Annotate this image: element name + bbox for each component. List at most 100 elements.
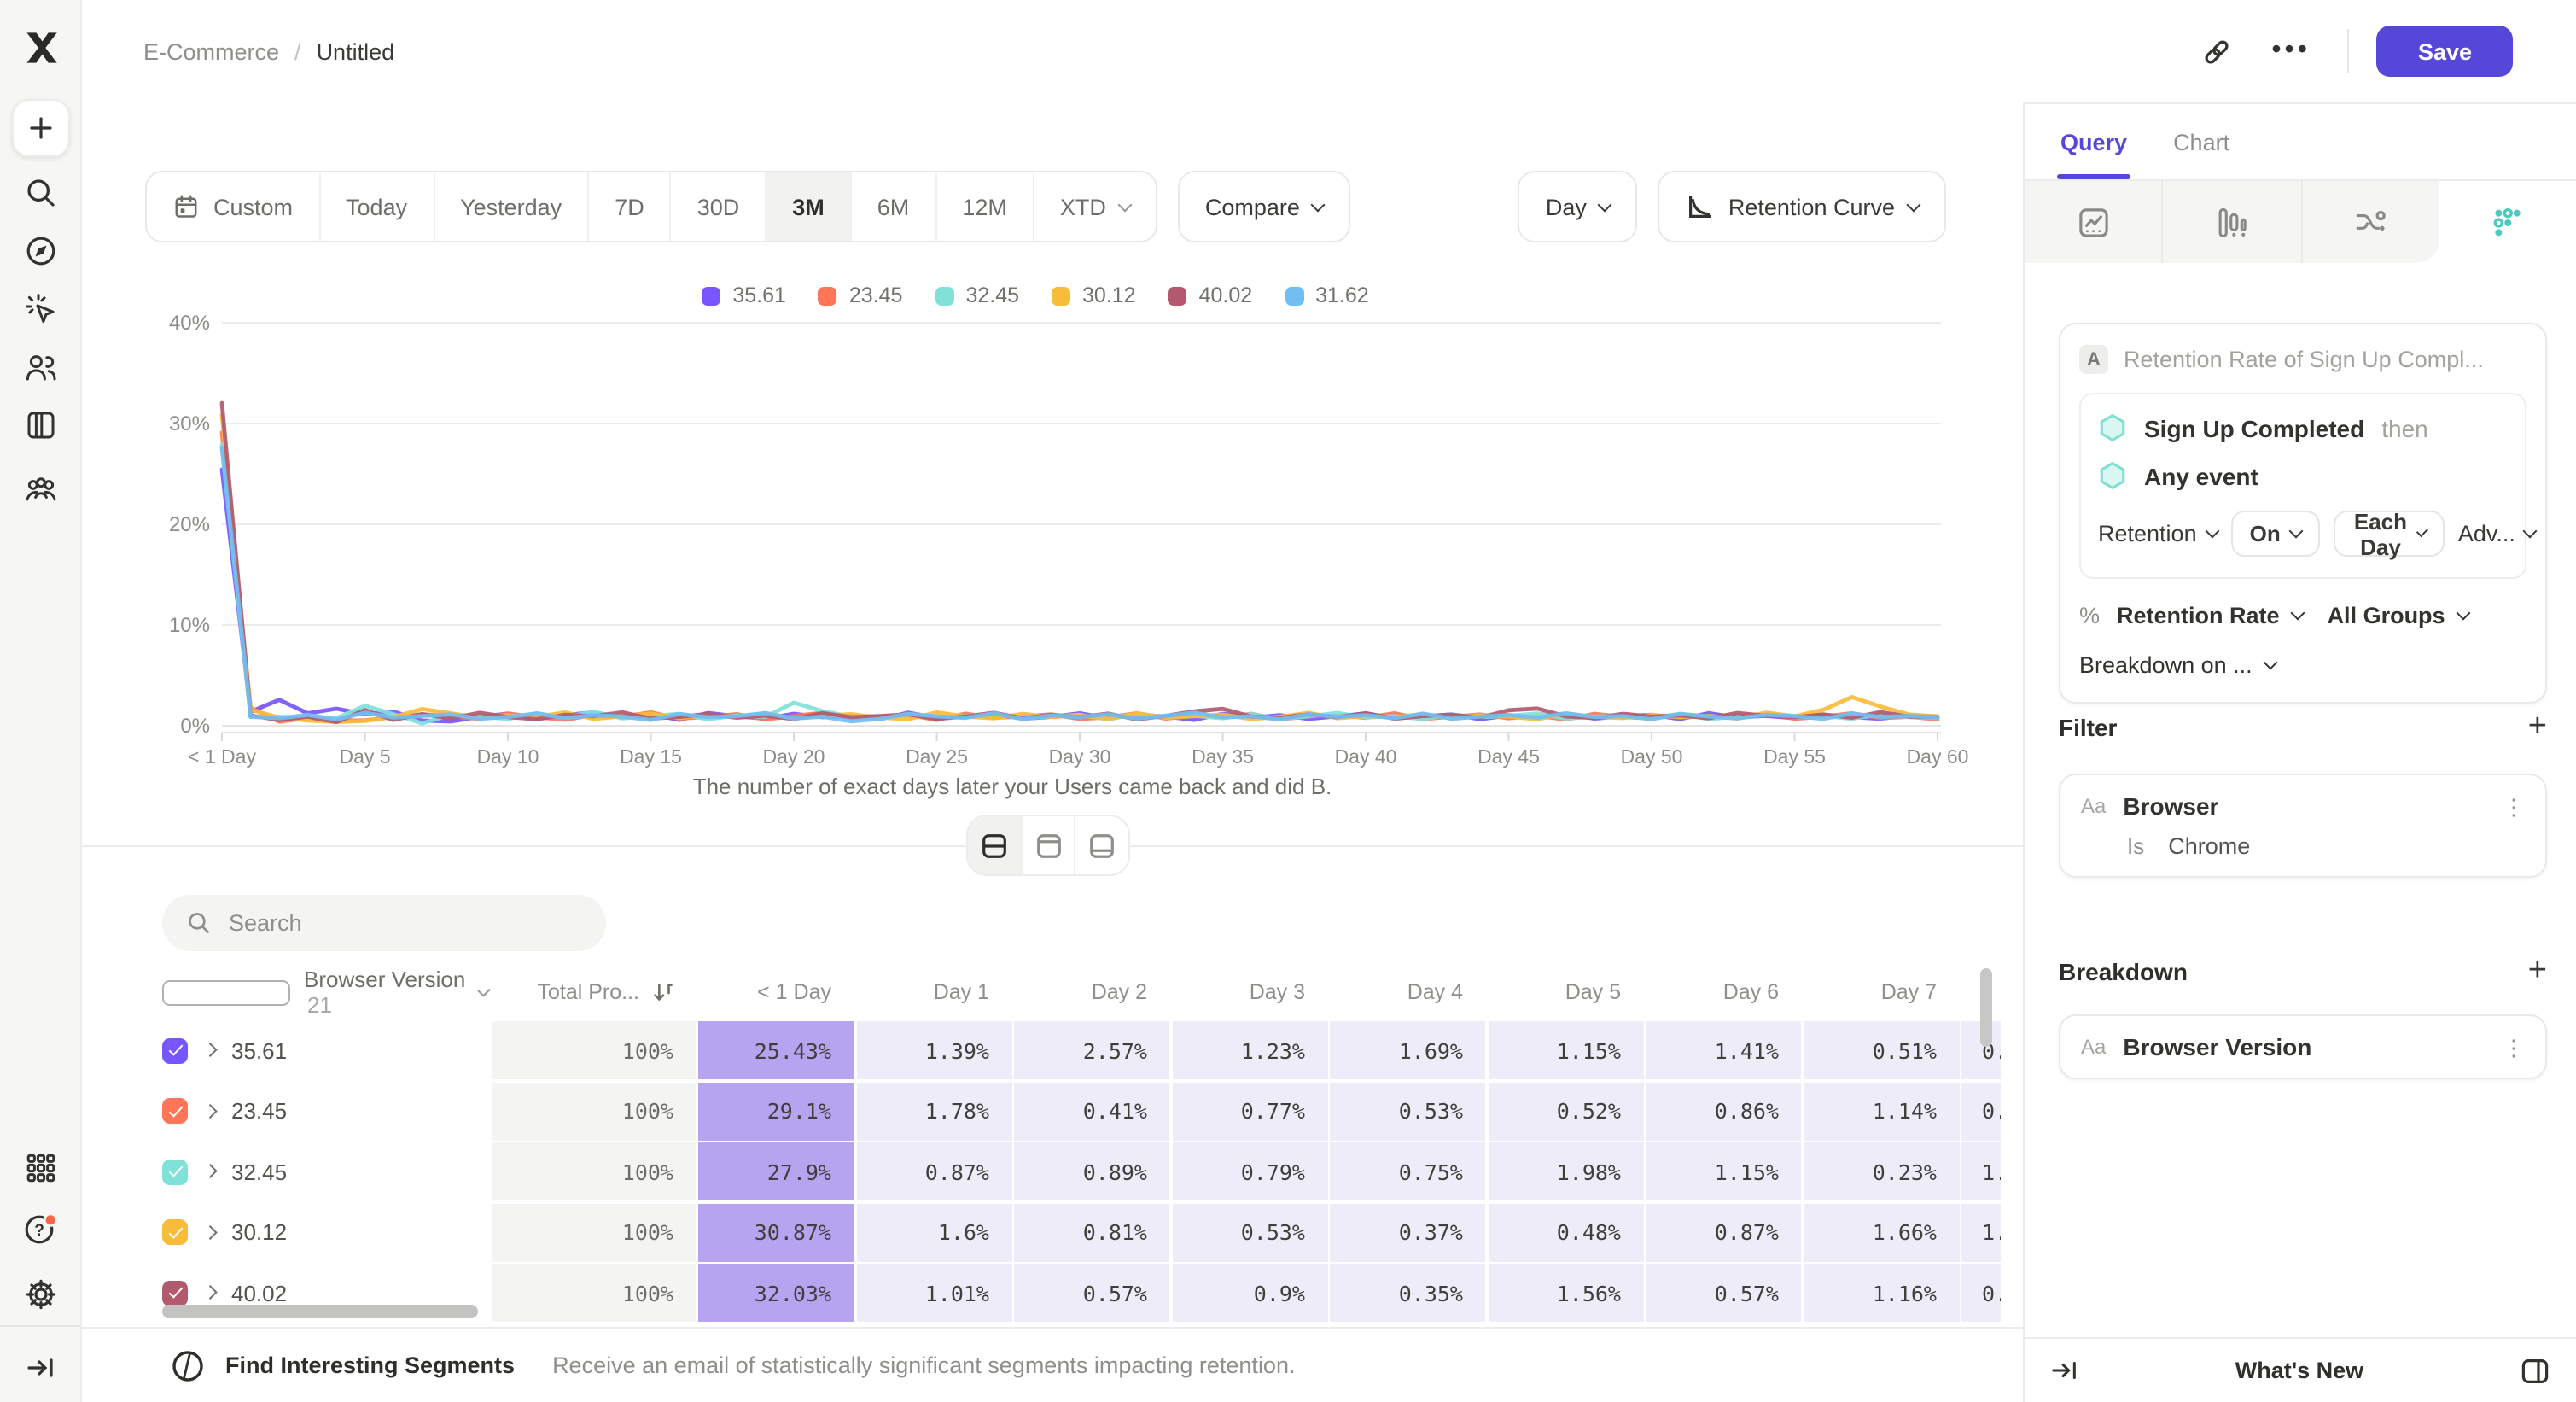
- retention-cell[interactable]: 0.57%: [1014, 1264, 1169, 1322]
- retention-cell[interactable]: 1.56%: [1488, 1264, 1643, 1322]
- retention-cell[interactable]: 0.23%: [1804, 1142, 1959, 1200]
- retention-cell[interactable]: 0.37%: [1330, 1203, 1485, 1261]
- granularity-button[interactable]: Day: [1518, 171, 1638, 242]
- retention-cell[interactable]: 0.57%: [1646, 1264, 1801, 1322]
- retention-cell[interactable]: 0.75%: [1330, 1142, 1485, 1200]
- retention-cell[interactable]: 0.87%: [856, 1142, 1011, 1200]
- retention-cell[interactable]: 0.87%: [1646, 1203, 1801, 1261]
- column-header-day-5[interactable]: Day 5: [1488, 968, 1643, 1016]
- legend-item-30.12[interactable]: 30.12: [1052, 283, 1136, 307]
- add-filter-button[interactable]: +: [2528, 716, 2547, 739]
- range-6m[interactable]: 6M: [850, 172, 935, 241]
- row-checkbox[interactable]: [162, 1219, 188, 1245]
- column-header-day-6[interactable]: Day 6: [1646, 968, 1801, 1016]
- range-xtd[interactable]: XTD: [1033, 172, 1156, 241]
- measure-dropdown[interactable]: Retention Rate: [2117, 603, 2280, 628]
- range-today[interactable]: Today: [318, 172, 433, 241]
- retention-cell[interactable]: 0.52%: [1488, 1082, 1643, 1140]
- breakdown-on-dropdown[interactable]: Breakdown on ...: [2079, 652, 2253, 678]
- column-header-total[interactable]: Total Pro...: [491, 968, 696, 1016]
- expand-row-icon[interactable]: [203, 1043, 217, 1057]
- tab-query[interactable]: Query: [2060, 104, 2127, 179]
- breakdown-property[interactable]: Browser Version: [2123, 1033, 2486, 1060]
- range-30d[interactable]: 30D: [670, 172, 766, 241]
- retention-cell[interactable]: 25.43%: [698, 1021, 854, 1079]
- row-checkbox[interactable]: [162, 1280, 188, 1306]
- compare-button[interactable]: Compare: [1178, 171, 1351, 242]
- funnels-tab-icon[interactable]: [2164, 181, 2303, 263]
- groups-dropdown[interactable]: All Groups: [2328, 603, 2445, 628]
- save-button[interactable]: Save: [2377, 26, 2513, 77]
- on-dropdown[interactable]: On: [2231, 511, 2320, 557]
- breadcrumb-project[interactable]: E-Commerce: [143, 38, 279, 64]
- table-search[interactable]: [162, 895, 606, 951]
- retention-cell[interactable]: 27.9%: [698, 1142, 854, 1200]
- event-b-name[interactable]: Any event: [2144, 462, 2258, 489]
- retention-cell[interactable]: 1.01%: [856, 1264, 1011, 1322]
- legend-item-31.62[interactable]: 31.62: [1285, 283, 1369, 307]
- retention-cell[interactable]: 29.1%: [698, 1082, 854, 1140]
- range-12m[interactable]: 12M: [935, 172, 1033, 241]
- more-options-icon[interactable]: •••: [2271, 43, 2311, 60]
- whats-new-link[interactable]: What's New: [2079, 1358, 2520, 1383]
- retention-cell[interactable]: 1.16%: [1804, 1264, 1959, 1322]
- collapse-panel-icon[interactable]: [2050, 1356, 2079, 1385]
- collapse-sidebar-icon[interactable]: [25, 1352, 55, 1383]
- sort-icon[interactable]: [651, 980, 673, 1004]
- retention-cell[interactable]: 0.48%: [1488, 1203, 1643, 1261]
- filter-property[interactable]: Browser: [2123, 792, 2486, 820]
- legend-item-23.45[interactable]: 23.45: [819, 283, 903, 307]
- range-yesterday[interactable]: Yesterday: [433, 172, 587, 241]
- cohorts-icon[interactable]: [23, 471, 57, 505]
- add-breakdown-button[interactable]: +: [2528, 960, 2547, 984]
- column-header-day-1[interactable]: Day 1: [856, 968, 1011, 1016]
- expand-row-icon[interactable]: [203, 1286, 217, 1300]
- mixpanel-logo-icon[interactable]: [21, 29, 59, 67]
- legend-item-35.61[interactable]: 35.61: [702, 283, 786, 307]
- select-all-checkbox[interactable]: [162, 979, 290, 1005]
- row-checkbox[interactable]: [162, 1037, 188, 1063]
- event-a-name[interactable]: Sign Up Completed: [2144, 414, 2364, 441]
- retention-cell[interactable]: 1.69%: [1330, 1021, 1485, 1079]
- legend-item-40.02[interactable]: 40.02: [1169, 283, 1253, 307]
- boards-icon[interactable]: [23, 408, 57, 442]
- range-custom[interactable]: Custom: [147, 172, 318, 241]
- column-header-day-3[interactable]: Day 3: [1172, 968, 1327, 1016]
- column-header-day-7[interactable]: Day 7: [1804, 968, 1959, 1016]
- expand-row-icon[interactable]: [203, 1165, 217, 1178]
- retention-cell[interactable]: 1.24%: [1961, 1203, 2001, 1261]
- range-7d[interactable]: 7D: [587, 172, 670, 241]
- column-header-group[interactable]: Browser Version 21: [145, 968, 488, 1016]
- insights-tab-icon[interactable]: [2025, 181, 2164, 263]
- column-header-day-2[interactable]: Day 2: [1014, 968, 1169, 1016]
- retention-cell[interactable]: 1.41%: [1646, 1021, 1801, 1079]
- chart-view-button[interactable]: Retention Curve: [1658, 171, 1946, 242]
- events-cursor-icon[interactable]: [23, 292, 57, 326]
- retention-cell[interactable]: 2.57%: [1014, 1021, 1169, 1079]
- retention-cell[interactable]: 30.87%: [698, 1203, 854, 1261]
- breakdown-kebab-icon[interactable]: ⋮: [2503, 1036, 2525, 1058]
- retention-cell[interactable]: 1.6%: [856, 1203, 1011, 1261]
- retention-cell[interactable]: 0.81%: [1014, 1203, 1169, 1261]
- row-checkbox[interactable]: [162, 1098, 188, 1124]
- retention-cell[interactable]: 0.89%: [1014, 1142, 1169, 1200]
- retention-cell[interactable]: 0.79%: [1172, 1142, 1327, 1200]
- find-segments-link[interactable]: Find Interesting Segments: [225, 1352, 515, 1378]
- range-3m[interactable]: 3M: [765, 172, 850, 241]
- create-button[interactable]: [11, 99, 69, 157]
- retention-cell[interactable]: 0.73%: [1961, 1264, 2001, 1322]
- column-header--1-day[interactable]: < 1 Day: [698, 968, 854, 1016]
- retention-cell[interactable]: 32.03%: [698, 1264, 854, 1322]
- filter-value[interactable]: Chrome: [2168, 833, 2250, 859]
- retention-cell[interactable]: 1.66%: [1804, 1203, 1959, 1261]
- retention-cell[interactable]: 0.53%: [1172, 1203, 1327, 1261]
- retention-cell[interactable]: 0.53%: [1330, 1082, 1485, 1140]
- retention-type-dropdown[interactable]: Retention: [2098, 521, 2218, 546]
- table-only-view-button[interactable]: [1075, 816, 1128, 874]
- legend-item-32.45[interactable]: 32.45: [935, 283, 1019, 307]
- retention-cell[interactable]: 1.14%: [1804, 1082, 1959, 1140]
- retention-cell[interactable]: 0.35%: [1330, 1264, 1485, 1322]
- retention-cell[interactable]: 1.15%: [1488, 1021, 1643, 1079]
- retention-cell[interactable]: 1.78%: [856, 1082, 1011, 1140]
- breadcrumb-title[interactable]: Untitled: [317, 38, 395, 64]
